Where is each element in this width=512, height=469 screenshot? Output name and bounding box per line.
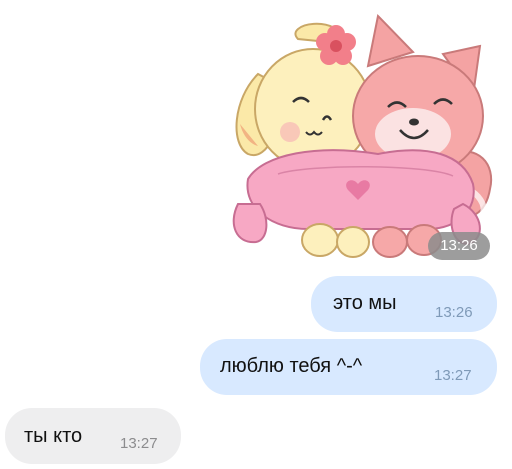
- message-bubble-incoming[interactable]: ты кто 13:27: [5, 408, 181, 464]
- fox-bunny-sticker-icon: [232, 13, 493, 258]
- message-time: 13:27: [120, 435, 158, 452]
- message-time: 13:26: [435, 304, 473, 321]
- message-bubble-outgoing[interactable]: это мы 13:26: [311, 276, 497, 332]
- message-text: ты кто: [24, 425, 83, 447]
- message-bubble-outgoing[interactable]: люблю тебя ^-^ 13:27: [200, 339, 497, 395]
- message-time: 13:27: [434, 367, 472, 384]
- message-text: люблю тебя ^-^: [220, 355, 363, 377]
- message-text: это мы: [333, 292, 397, 314]
- sticker-time: 13:26: [428, 232, 490, 260]
- sticker-image[interactable]: [228, 4, 498, 266]
